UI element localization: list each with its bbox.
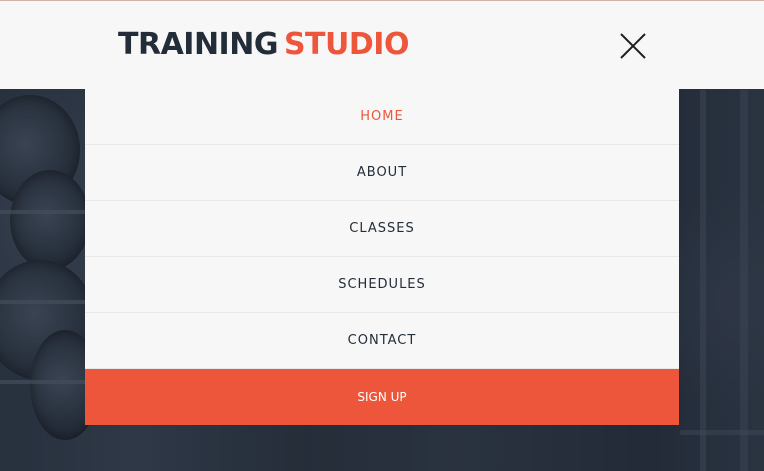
close-icon (620, 33, 646, 59)
nav-item-contact[interactable]: CONTACT (85, 313, 679, 369)
nav-item-about[interactable]: ABOUT (85, 145, 679, 201)
sign-up-button[interactable]: SIGN UP (85, 369, 679, 425)
menu-close-button[interactable] (618, 31, 648, 61)
page: TRAINING STUDIO HOME ABOUT CLASSES SCHEDU… (0, 0, 764, 471)
logo-text-accent: STUDIO (283, 27, 410, 62)
nav-item-home[interactable]: HOME (85, 89, 679, 145)
nav-item-schedules[interactable]: SCHEDULES (85, 257, 679, 313)
nav-item-classes[interactable]: CLASSES (85, 201, 679, 257)
site-logo[interactable]: TRAINING STUDIO (118, 27, 409, 63)
mobile-nav-menu: HOME ABOUT CLASSES SCHEDULES CONTACT SIG… (85, 89, 679, 425)
logo-text-primary: TRAINING (118, 27, 278, 62)
site-header: TRAINING STUDIO (0, 0, 764, 89)
